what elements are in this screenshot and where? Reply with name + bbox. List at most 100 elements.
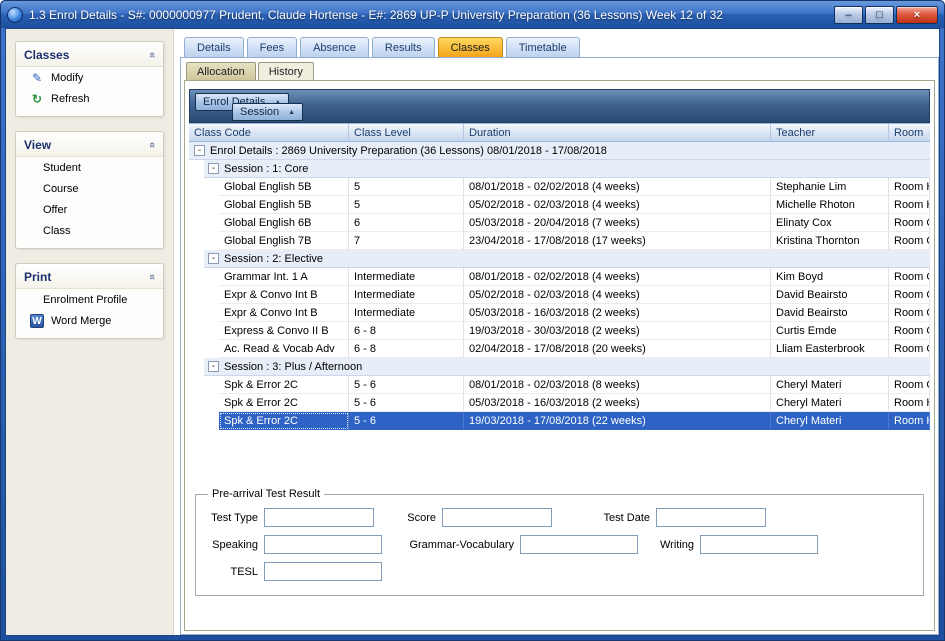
collapse-chevron-icon[interactable]: « [146, 142, 158, 148]
maximize-button[interactable]: □ [865, 6, 894, 24]
input-writing[interactable] [700, 535, 818, 554]
class-row[interactable]: Global English 5B505/02/2018 - 02/03/201… [189, 196, 930, 214]
class-row[interactable]: Global English 7B723/04/2018 - 17/08/201… [189, 232, 930, 250]
field-row: SpeakingGrammar-VocabularyWriting [208, 531, 911, 558]
column-header-teacher[interactable]: Teacher [771, 124, 889, 141]
class-row[interactable]: Spk & Error 2C5 - 605/03/2018 - 16/03/20… [189, 394, 930, 412]
cell-duration: 08/01/2018 - 02/03/2018 (8 weeks) [464, 376, 771, 394]
tab-absence[interactable]: Absence [300, 37, 369, 57]
cell-class-code: Global English 6B [219, 214, 349, 232]
tab-timetable[interactable]: Timetable [506, 37, 580, 57]
blank-icon [30, 161, 36, 175]
sidebar-item-label: Class [43, 225, 71, 237]
cell-teacher: Cheryl Materi [771, 394, 889, 412]
cell-class-code: Global English 5B [219, 196, 349, 214]
titlebar[interactable]: 1.3 Enrol Details - S#: 0000000977 Prude… [1, 1, 944, 28]
column-header-duration[interactable]: Duration [464, 124, 771, 141]
sidebar-item-label: Enrolment Profile [43, 294, 127, 306]
input-score[interactable] [442, 508, 552, 527]
cell-duration: 05/03/2018 - 16/03/2018 (2 weeks) [464, 394, 771, 412]
input-grammar-vocabulary[interactable] [520, 535, 638, 554]
enrol-group-row[interactable]: -Enrol Details : 2869 University Prepara… [189, 142, 930, 160]
collapse-box-icon[interactable]: - [194, 145, 205, 156]
class-row[interactable]: Spk & Error 2C5 - 608/01/2018 - 02/03/20… [189, 376, 930, 394]
sidebar-item-enrolment-profile[interactable]: Enrolment Profile [16, 289, 163, 310]
class-row[interactable]: Ac. Read & Vocab Adv6 - 802/04/2018 - 17… [189, 340, 930, 358]
tab-fees[interactable]: Fees [247, 37, 297, 57]
sidebar-item-student[interactable]: Student [16, 157, 163, 178]
tab-results[interactable]: Results [372, 37, 435, 57]
tab-details[interactable]: Details [184, 37, 244, 57]
collapse-chevron-icon[interactable]: « [146, 274, 158, 280]
field-row: TESL [208, 558, 911, 585]
cell-class-level: 6 - 8 [349, 322, 464, 340]
subtab-history[interactable]: History [258, 62, 314, 80]
sidebar-item-class[interactable]: Class [16, 220, 163, 241]
window-controls: –□× [834, 6, 938, 24]
cell-duration: 19/03/2018 - 17/08/2018 (22 weeks) [464, 412, 771, 430]
classes-tab-page: AllocationHistory Enrol Details▲Session▲… [180, 57, 939, 635]
cell-duration: 08/01/2018 - 02/02/2018 (4 weeks) [464, 268, 771, 286]
cell-room: Room G - [889, 340, 930, 358]
groupby-chip-session[interactable]: Session▲ [232, 103, 303, 121]
sidebar-group-header[interactable]: View« [16, 132, 163, 157]
input-test-type[interactable] [264, 508, 374, 527]
indent-spacer [189, 394, 219, 412]
cell-class-level: 5 [349, 196, 464, 214]
cell-teacher: Kim Boyd [771, 268, 889, 286]
sidebar-item-word-merge[interactable]: WWord Merge [16, 310, 163, 331]
class-row[interactable]: Spk & Error 2C5 - 619/03/2018 - 17/08/20… [189, 412, 930, 430]
indent-spacer [189, 214, 219, 232]
collapse-box-icon[interactable]: - [208, 163, 219, 174]
column-header-room[interactable]: Room [889, 124, 930, 141]
session-group-row[interactable]: -Session : 1: Core [189, 160, 930, 178]
sidebar-item-label: Course [43, 183, 78, 195]
class-row[interactable]: Expr & Convo Int BIntermediate05/02/2018… [189, 286, 930, 304]
cell-class-level: 5 [349, 178, 464, 196]
field-score: Score [402, 508, 552, 527]
cell-class-code: Global English 5B [219, 178, 349, 196]
class-row[interactable]: Express & Convo II B6 - 819/03/2018 - 30… [189, 322, 930, 340]
field-grammar-vocabulary: Grammar-Vocabulary [396, 535, 638, 554]
field-label: Score [402, 512, 442, 524]
cell-class-code: Expr & Convo Int B [219, 286, 349, 304]
indent-spacer [189, 268, 219, 286]
input-speaking[interactable] [264, 535, 382, 554]
input-test-date[interactable] [656, 508, 766, 527]
class-row[interactable]: Expr & Convo Int BIntermediate05/03/2018… [189, 304, 930, 322]
main-area: DetailsFeesAbsenceResultsClassesTimetabl… [174, 29, 939, 635]
column-header-class-level[interactable]: Class Level [349, 124, 464, 141]
field-speaking: Speaking [208, 535, 382, 554]
sidebar-group-header[interactable]: Classes« [16, 42, 163, 67]
class-row[interactable]: Grammar Int. 1 AIntermediate08/01/2018 -… [189, 268, 930, 286]
sidebar-group-view: View«Student Course Offer Class [15, 131, 164, 249]
class-row[interactable]: Global English 5B508/01/2018 - 02/02/201… [189, 178, 930, 196]
sidebar-item-course[interactable]: Course [16, 178, 163, 199]
class-row[interactable]: Global English 6B605/03/2018 - 20/04/201… [189, 214, 930, 232]
subtab-allocation[interactable]: Allocation [186, 62, 256, 80]
collapse-chevron-icon[interactable]: « [146, 52, 158, 58]
sidebar-item-refresh[interactable]: ↻Refresh [16, 88, 163, 109]
sidebar-group-header[interactable]: Print« [16, 264, 163, 289]
session-group-label: Session : 3: Plus / Afternoon [224, 361, 362, 373]
indent-spacer [189, 250, 204, 268]
minimize-button[interactable]: – [834, 6, 863, 24]
session-group-row[interactable]: -Session : 3: Plus / Afternoon [189, 358, 930, 376]
window-title: 1.3 Enrol Details - S#: 0000000977 Prude… [29, 8, 828, 22]
sort-ascending-icon: ▲ [288, 109, 295, 116]
column-header-class-code[interactable]: Class Code [189, 124, 349, 141]
collapse-box-icon[interactable]: - [208, 361, 219, 372]
sidebar-item-offer[interactable]: Offer [16, 199, 163, 220]
cell-room: Room G - [889, 322, 930, 340]
input-tesl[interactable] [264, 562, 382, 581]
sidebar-item-label: Offer [43, 204, 67, 216]
collapse-box-icon[interactable]: - [208, 253, 219, 264]
tab-classes[interactable]: Classes [438, 37, 503, 57]
sidebar-item-modify[interactable]: ✎Modify [16, 67, 163, 88]
app-icon [7, 7, 23, 23]
close-button[interactable]: × [896, 6, 938, 24]
indent-spacer [189, 232, 219, 250]
client-area: Classes«✎Modify↻RefreshView«StudentCours… [5, 28, 940, 636]
session-group-row[interactable]: -Session : 2: Elective [189, 250, 930, 268]
groupby-bar: Enrol Details▲Session▲ [189, 89, 930, 123]
